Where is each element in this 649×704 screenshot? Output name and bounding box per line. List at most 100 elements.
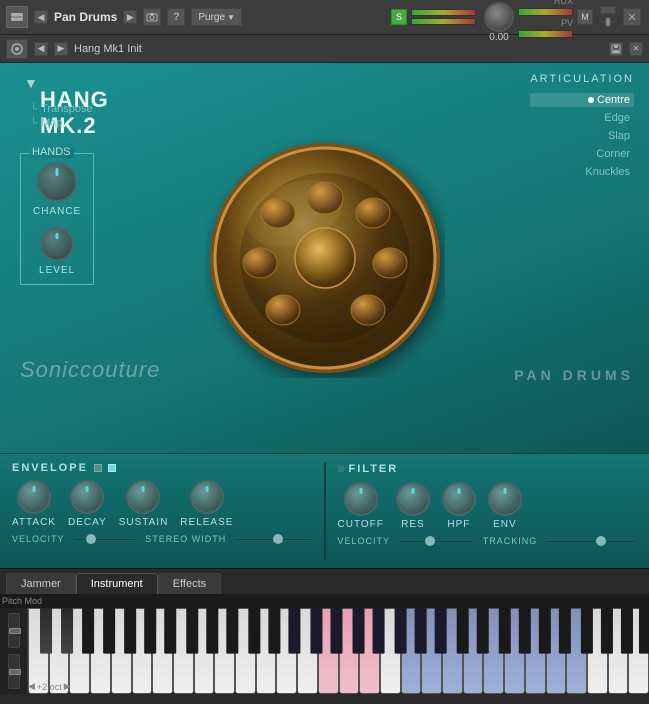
tracking-slider[interactable] xyxy=(545,540,637,543)
active-indicator xyxy=(588,97,594,103)
level-fader[interactable] xyxy=(600,6,616,14)
white-key[interactable] xyxy=(152,608,173,694)
env-label: ENV xyxy=(493,519,517,530)
vu-meter-r xyxy=(518,8,573,16)
white-key-blue[interactable] xyxy=(421,608,442,694)
mod-wheel-slider[interactable] xyxy=(8,654,20,689)
transpose-link[interactable]: Transpose xyxy=(41,103,93,115)
nav-arrow-right[interactable]: ▶ xyxy=(123,10,137,24)
map-link[interactable]: Map xyxy=(41,117,62,129)
white-key[interactable] xyxy=(69,608,90,694)
chance-knob-group: CHANCE LEVEL xyxy=(33,162,81,276)
sustain-knob[interactable] xyxy=(126,480,160,514)
articulation-panel: ARTICULATION Centre Edge Slap Corner Knu… xyxy=(530,73,634,183)
mod-wheel-thumb[interactable] xyxy=(9,669,21,675)
level-bar-top xyxy=(411,9,476,16)
save-icon[interactable] xyxy=(609,42,623,56)
white-key[interactable] xyxy=(256,608,277,694)
white-key-blue[interactable] xyxy=(401,608,422,694)
tab-jammer[interactable]: Jammer xyxy=(6,573,76,594)
envelope-section: ENVELOPE ATTACK DECAY SUSTAIN RELEASE xyxy=(12,462,312,560)
pitch-bend-thumb[interactable] xyxy=(9,628,21,634)
envelope-indicator2[interactable] xyxy=(108,464,116,472)
articulation-slap[interactable]: Slap xyxy=(530,129,634,143)
preset-arrow-left[interactable]: ◀ xyxy=(34,42,48,56)
oct-arrow-left[interactable]: ◀ xyxy=(28,681,35,692)
sustain-group: SUSTAIN xyxy=(119,480,169,528)
velocity-slider[interactable] xyxy=(73,538,138,541)
white-key-pink[interactable] xyxy=(339,608,360,694)
attack-knob[interactable] xyxy=(17,480,51,514)
white-key[interactable] xyxy=(132,608,153,694)
tab-effects[interactable]: Effects xyxy=(158,573,221,594)
release-knob[interactable] xyxy=(190,480,224,514)
pv-label: PV xyxy=(518,18,573,28)
articulation-edge[interactable]: Edge xyxy=(530,111,634,125)
envelope-indicator1[interactable] xyxy=(94,464,102,472)
decay-knob[interactable] xyxy=(70,480,104,514)
res-knob[interactable] xyxy=(396,482,430,516)
white-key-blue[interactable] xyxy=(504,608,525,694)
filter-section: ≡ FILTER CUTOFF RES HPF ENV VELOCITY xyxy=(338,462,638,560)
pitch-bend-slider[interactable] xyxy=(8,613,20,648)
white-key[interactable] xyxy=(173,608,194,694)
articulation-knuckles[interactable]: Knuckles xyxy=(530,165,634,179)
title-dropdown-arrow[interactable]: ▼ xyxy=(24,75,38,91)
white-key[interactable] xyxy=(628,608,649,694)
white-key-blue[interactable] xyxy=(463,608,484,694)
tab-instrument[interactable]: Instrument xyxy=(76,573,158,594)
white-key-blue[interactable] xyxy=(566,608,587,694)
instrument-icon xyxy=(6,6,28,28)
octave-controls: ◀ +2 oct ▶ xyxy=(28,681,71,692)
cutoff-knob[interactable] xyxy=(344,482,378,516)
hpf-knob[interactable] xyxy=(442,482,476,516)
white-key[interactable] xyxy=(90,608,111,694)
envelope-knobs: ATTACK DECAY SUSTAIN RELEASE xyxy=(12,480,312,528)
m-button[interactable]: M xyxy=(577,9,593,25)
white-key[interactable] xyxy=(194,608,215,694)
main-area: HANG MK.2 ▼ └ Transpose └ Map xyxy=(0,63,649,453)
white-key-blue[interactable] xyxy=(442,608,463,694)
close-icon[interactable]: ✕ xyxy=(623,8,641,26)
white-key[interactable] xyxy=(214,608,235,694)
white-key-pink[interactable] xyxy=(318,608,339,694)
white-key[interactable] xyxy=(297,608,318,694)
white-key-pink[interactable] xyxy=(359,608,380,694)
level-knob[interactable] xyxy=(40,227,74,261)
white-key[interactable] xyxy=(276,608,297,694)
white-key-blue[interactable] xyxy=(525,608,546,694)
filter-title: FILTER xyxy=(349,463,399,475)
stereo-width-slider[interactable] xyxy=(234,538,311,541)
preset-arrow-right[interactable]: ▶ xyxy=(54,42,68,56)
camera-icon[interactable] xyxy=(143,8,161,26)
chance-label: CHANCE xyxy=(33,206,81,217)
nav-arrow-left[interactable]: ◀ xyxy=(34,10,48,24)
pan-knob[interactable] xyxy=(597,16,619,28)
white-key[interactable] xyxy=(608,608,629,694)
white-key[interactable] xyxy=(587,608,608,694)
sustain-label: SUSTAIN xyxy=(119,517,169,528)
attack-group: ATTACK xyxy=(12,480,56,528)
filter-velocity-label: VELOCITY xyxy=(338,536,391,546)
tune-knob[interactable] xyxy=(484,2,514,32)
oct-arrow-right[interactable]: ▶ xyxy=(64,681,71,692)
info-icon[interactable]: ? xyxy=(167,8,185,26)
white-key[interactable] xyxy=(235,608,256,694)
delete-icon[interactable]: ✕ xyxy=(629,42,643,56)
white-key-blue[interactable] xyxy=(483,608,504,694)
s-button[interactable]: S xyxy=(391,9,407,25)
filter-menu-icon: ≡ xyxy=(338,462,345,476)
env-knob[interactable] xyxy=(488,482,522,516)
white-key[interactable] xyxy=(111,608,132,694)
tune-section: S Tune 0.00 RUX PV M ✕ xyxy=(391,0,649,43)
purge-button[interactable]: Purge ▼ xyxy=(191,8,242,26)
white-key[interactable] xyxy=(380,608,401,694)
chance-knob[interactable] xyxy=(37,162,77,202)
filter-velocity-slider[interactable] xyxy=(398,540,475,543)
top-bar-left: ◀ Pan Drums ▶ ? Purge ▼ xyxy=(0,6,391,28)
articulation-centre[interactable]: Centre xyxy=(530,93,634,107)
product-name: PAN DRUMS xyxy=(514,367,634,383)
white-key-blue[interactable] xyxy=(546,608,567,694)
tabs-section: Jammer Instrument Effects xyxy=(0,568,649,594)
articulation-corner[interactable]: Corner xyxy=(530,147,634,161)
